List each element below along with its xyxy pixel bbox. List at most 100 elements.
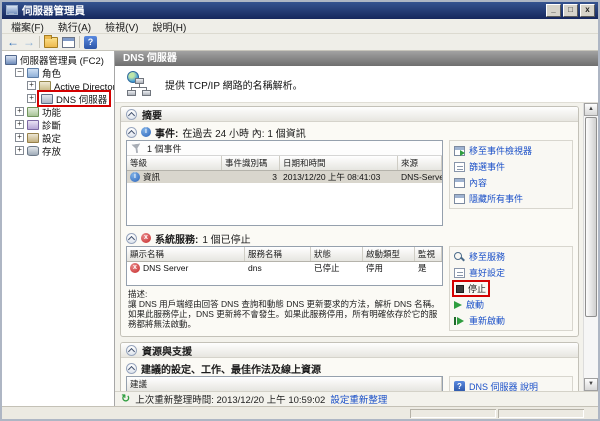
expand-toggle-icon[interactable]: + (27, 81, 36, 90)
menu-action[interactable]: 執行(A) (51, 19, 98, 34)
summary-panel: 摘要 事件: 在過去 24 小時 內: 1 個資訊 (120, 106, 579, 337)
link-go-to-event-viewer[interactable]: 移至事件檢視器 (454, 144, 568, 157)
collapse-chevron-icon[interactable] (126, 233, 137, 244)
minimize-button[interactable] (546, 4, 561, 17)
collapse-chevron-icon[interactable] (126, 109, 137, 120)
tree-item-dns-server[interactable]: + DNS 伺服器 (2, 92, 114, 105)
tree-item-label: 存放 (42, 144, 61, 158)
column-header-status[interactable]: 狀態 (311, 247, 363, 261)
menu-view[interactable]: 檢視(V) (98, 19, 145, 34)
collapse-chevron-icon[interactable] (126, 127, 137, 138)
service-description-text: 讓 DNS 用戶端經由回答 DNS 查詢和動態 DNS 更新要求的方法，解析 D… (128, 299, 440, 329)
column-header-service-name[interactable]: 服務名稱 (245, 247, 311, 261)
link-stop-service[interactable]: 停止 (454, 282, 488, 295)
scrollbar-thumb[interactable] (585, 117, 597, 317)
events-title-detail: 在過去 24 小時 內: 1 個資訊 (182, 125, 305, 140)
collapse-chevron-icon[interactable] (126, 363, 137, 374)
tree-item-server-manager[interactable]: 伺服器管理員 (FC2) (2, 53, 114, 66)
expand-toggle-icon[interactable]: + (15, 146, 24, 155)
content-pane: DNS 伺服器 提供 TCP/IP 網路的名稱解析。 摘要 (115, 51, 598, 406)
column-header-datetime[interactable]: 日期和時間 (280, 156, 398, 170)
tree-item-label: 設定 (42, 131, 61, 145)
info-icon (141, 127, 151, 137)
maximize-button[interactable] (563, 4, 578, 17)
error-icon (130, 263, 140, 273)
refresh-bar: 上次重新整理時間: 2013/12/20 上午 10:59:02 設定重新整理 (115, 391, 598, 406)
scroll-up-icon[interactable]: ▲ (584, 103, 598, 116)
link-dns-help[interactable]: DNS 伺服器 說明 (454, 380, 568, 391)
summary-title: 摘要 (142, 107, 162, 122)
event-datetime-cell: 2013/12/20 上午 08:41:03 (280, 171, 398, 183)
configure-refresh-link[interactable]: 設定重新整理 (330, 392, 387, 406)
column-header-event-id[interactable]: 事件識別碼 (222, 156, 280, 170)
service-startup-type-cell: 停用 (363, 262, 415, 274)
toolbar-separator (79, 36, 80, 48)
link-start-service[interactable]: 啟動 (454, 298, 568, 311)
server-manager-window: 伺服器管理員 檔案(F) 執行(A) 檢視(V) 說明(H) 伺服器管理員 (F… (0, 0, 600, 421)
filter-events-icon (454, 162, 465, 172)
event-id-cell: 3 (222, 172, 280, 182)
stop-icon (456, 285, 464, 293)
service-status-cell: 已停止 (311, 262, 363, 274)
scroll-down-icon[interactable]: ▼ (584, 378, 598, 391)
expand-toggle-icon[interactable]: + (15, 133, 24, 142)
menu-file[interactable]: 檔案(F) (4, 19, 51, 34)
link-hide-all-events[interactable]: 隱藏所有事件 (454, 192, 568, 205)
events-table: 1 個事件 等級 事件識別碼 日期和時間 來源 (126, 140, 443, 226)
back-icon[interactable] (7, 33, 19, 51)
column-header-recommendation[interactable]: 建議 (127, 377, 442, 391)
tree-item-diagnostics[interactable]: + 診斷 (2, 118, 114, 131)
tree-item-storage[interactable]: + 存放 (2, 144, 114, 157)
link-restart-service[interactable]: 重新啟動 (454, 314, 568, 327)
collapse-chevron-icon[interactable] (126, 345, 137, 356)
resources-links-box: DNS 伺服器 說明 DNS 伺服器 TechCenter DNS 伺服器 社群… (449, 376, 573, 391)
tree-item-label: 角色 (42, 66, 61, 80)
tree-item-roles[interactable]: − 角色 (2, 66, 114, 79)
last-refresh-time: 上次重新整理時間: 2013/12/20 上午 10:59:02 (135, 392, 325, 406)
dns-server-annotation-box: DNS 伺服器 (39, 92, 109, 105)
roles-icon (27, 68, 39, 78)
event-row[interactable]: 資訊 3 2013/12/20 上午 08:41:03 DNS-Server-S… (127, 171, 442, 183)
start-icon (454, 301, 462, 309)
expand-toggle-icon[interactable]: + (15, 120, 24, 129)
menu-help[interactable]: 說明(H) (145, 19, 193, 34)
collapse-toggle-icon[interactable]: − (15, 68, 24, 77)
service-name-cell: dns (245, 263, 311, 273)
column-header-startup-type[interactable]: 啟動類型 (363, 247, 415, 261)
refresh-icon (121, 394, 130, 405)
service-row[interactable]: DNS Server dns 已停止 停用 是 (127, 262, 442, 274)
forward-icon[interactable] (23, 33, 35, 51)
link-preferences[interactable]: 喜好設定 (454, 266, 568, 279)
toolbar (2, 34, 598, 51)
expand-toggle-icon[interactable]: + (27, 94, 36, 103)
dns-server-icon (41, 94, 53, 104)
column-header-source[interactable]: 來源 (398, 156, 442, 170)
window-title: 伺服器管理員 (22, 3, 544, 18)
services-table-header: 顯示名稱 服務名稱 狀態 啟動類型 監視 (127, 247, 442, 262)
expand-toggle-icon[interactable]: + (15, 107, 24, 116)
column-header-level[interactable]: 等級 (127, 156, 222, 170)
close-button[interactable] (580, 4, 595, 17)
events-count: 1 個事件 (147, 142, 182, 155)
scrollbar-track[interactable] (584, 318, 598, 378)
tree-item-ad-ds[interactable]: + Active Directory 網域服務 (2, 79, 114, 92)
tree-item-configuration[interactable]: + 設定 (2, 131, 114, 144)
services-title: 系統服務: (155, 231, 198, 246)
events-table-header: 等級 事件識別碼 日期和時間 來源 (127, 156, 442, 171)
link-filter-events[interactable]: 篩選事件 (454, 160, 568, 173)
tree-item-features[interactable]: + 功能 (2, 105, 114, 118)
help-icon[interactable] (84, 36, 97, 49)
vertical-scrollbar[interactable]: ▲ ▼ (583, 103, 598, 391)
features-icon (27, 107, 39, 117)
link-properties[interactable]: 內容 (454, 176, 568, 189)
events-filter-bar[interactable]: 1 個事件 (127, 141, 442, 156)
link-go-to-services[interactable]: 移至服務 (454, 250, 568, 263)
show-console-tree-icon[interactable] (44, 37, 58, 48)
app-icon (5, 5, 18, 16)
page-title: DNS 伺服器 (115, 51, 598, 66)
column-header-display-name[interactable]: 顯示名稱 (127, 247, 245, 261)
column-header-monitor[interactable]: 監視 (415, 247, 442, 261)
hide-events-icon (454, 194, 465, 204)
show-action-pane-icon[interactable] (62, 37, 75, 48)
menubar: 檔案(F) 執行(A) 檢視(V) 說明(H) (2, 19, 598, 34)
